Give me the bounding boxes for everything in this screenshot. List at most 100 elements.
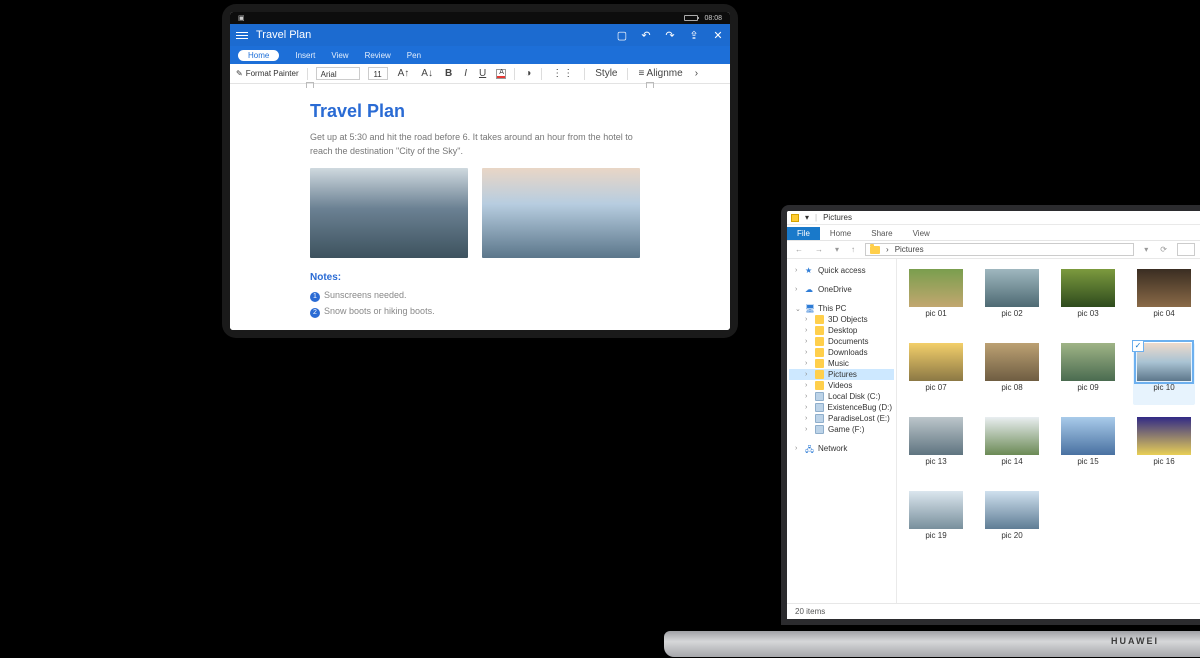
tree-label: Downloads	[828, 348, 868, 357]
font-color-button[interactable]	[496, 69, 506, 79]
tab-pen[interactable]: Pen	[407, 51, 421, 60]
thumb-caption: pic 08	[1001, 383, 1022, 392]
tree-quick-access[interactable]: ›★Quick access	[789, 265, 894, 276]
explorer-ribbon: File Home Share View	[787, 225, 1200, 241]
tree-d-drive[interactable]: ›ExistenceBug (D:)	[789, 402, 894, 413]
nav-recent-icon[interactable]: ▾	[833, 245, 841, 254]
separator	[627, 68, 628, 80]
search-input[interactable]	[1177, 243, 1195, 256]
notes-heading: Notes:	[310, 270, 650, 285]
tree-f-drive[interactable]: ›Game (F:)	[789, 424, 894, 435]
toolbar-overflow-icon[interactable]: ›	[693, 68, 700, 79]
underline-button[interactable]: U	[477, 68, 488, 79]
doc-image-2[interactable]	[482, 168, 640, 258]
breadcrumb-current[interactable]: Pictures	[895, 245, 924, 254]
window-titlebar: ▾ | Pictures	[787, 211, 1200, 225]
thumb-pic-19[interactable]: pic 19	[905, 491, 967, 553]
quick-access-bar-icon[interactable]: ▾	[805, 213, 809, 222]
tree-label: 3D Objects	[828, 315, 868, 324]
folder-icon	[815, 315, 824, 324]
style-dropdown[interactable]: Style	[593, 68, 619, 79]
tree-e-drive[interactable]: ›ParadiseLost (E:)	[789, 413, 894, 424]
nav-up-icon[interactable]: ↑	[849, 245, 857, 254]
thumb-pic-08[interactable]: pic 08	[981, 343, 1043, 405]
font-size-select[interactable]: 11	[368, 67, 388, 80]
font-family-select[interactable]: Arial	[316, 67, 360, 80]
thumb-pic-13[interactable]: pic 13	[905, 417, 967, 479]
save-icon[interactable]: ▢	[616, 29, 628, 41]
tree-onedrive[interactable]: ›☁OneDrive	[789, 284, 894, 295]
thumb-pic-07[interactable]: pic 07	[905, 343, 967, 405]
refresh-icon[interactable]: ⟳	[1158, 245, 1169, 254]
thumb-pic-09[interactable]: pic 09	[1057, 343, 1119, 405]
thumb-caption: pic 15	[1077, 457, 1098, 466]
explorer-body: ›★Quick access ›☁OneDrive ⌄🖥This PC ›3D …	[787, 259, 1200, 603]
close-icon[interactable]: ✕	[712, 29, 724, 41]
tab-review[interactable]: Review	[365, 51, 391, 60]
network-icon: 🖧	[805, 444, 814, 453]
thumb-pic-14[interactable]: pic 14	[981, 417, 1043, 479]
doc-image-1[interactable]	[310, 168, 468, 258]
increase-font-button[interactable]: A↑	[396, 68, 412, 79]
ribbon-tabs: Home Insert View Review Pen	[230, 46, 730, 64]
ribbon-file[interactable]: File	[787, 227, 820, 240]
ruler-indent-right[interactable]	[646, 82, 654, 88]
redo-icon[interactable]: ↷	[664, 29, 676, 41]
doc-heading: Travel Plan	[310, 98, 650, 125]
undo-icon[interactable]: ↶	[640, 29, 652, 41]
tree-videos[interactable]: ›Videos	[789, 380, 894, 391]
tree-this-pc[interactable]: ⌄🖥This PC	[789, 303, 894, 314]
drive-icon	[815, 392, 824, 401]
highlight-button[interactable]: ◑	[523, 68, 533, 79]
note-line-2: 2Snow boots or hiking boots.	[310, 305, 650, 319]
tree-label: This PC	[818, 304, 846, 313]
format-painter-button[interactable]: ✎ Format Painter	[236, 69, 299, 78]
ribbon-home[interactable]: Home	[820, 227, 861, 240]
tree-documents[interactable]: ›Documents	[789, 336, 894, 347]
thumb-pic-03[interactable]: pic 03	[1057, 269, 1119, 331]
thumb-pic-04[interactable]: pic 04	[1133, 269, 1195, 331]
nav-back-icon[interactable]: ←	[793, 245, 805, 254]
separator	[307, 68, 308, 80]
bold-button[interactable]: B	[443, 68, 454, 79]
nav-forward-icon[interactable]: →	[813, 245, 825, 254]
folder-icon	[815, 370, 824, 379]
bullets-button[interactable]: ⋮⋮	[550, 68, 576, 79]
address-bar-row: ← → ▾ ↑ › Pictures ▾ ⟳	[787, 241, 1200, 259]
share-icon[interactable]: ⇪	[688, 29, 700, 41]
note-line-1: 1Sunscreens needed.	[310, 289, 650, 303]
tree-3d-objects[interactable]: ›3D Objects	[789, 314, 894, 325]
menu-icon[interactable]	[236, 32, 248, 39]
tree-label: Music	[828, 359, 849, 368]
thumb-pic-20[interactable]: pic 20	[981, 491, 1043, 553]
tree-downloads[interactable]: ›Downloads	[789, 347, 894, 358]
tab-view[interactable]: View	[331, 51, 348, 60]
alignment-dropdown[interactable]: ≡ Alignme	[636, 68, 684, 79]
ruler-indent-left[interactable]	[306, 82, 314, 88]
tree-desktop[interactable]: ›Desktop	[789, 325, 894, 336]
tree-label: Network	[818, 444, 847, 453]
thumb-pic-02[interactable]: pic 02	[981, 269, 1043, 331]
tree-music[interactable]: ›Music	[789, 358, 894, 369]
decrease-font-button[interactable]: A↓	[419, 68, 435, 79]
ribbon-share[interactable]: Share	[861, 227, 902, 240]
thumb-pic-10[interactable]: pic 10	[1133, 343, 1195, 405]
thumb-pic-15[interactable]: pic 15	[1057, 417, 1119, 479]
tree-c-drive[interactable]: ›Local Disk (C:)	[789, 391, 894, 402]
ribbon-view[interactable]: View	[903, 227, 940, 240]
tab-home[interactable]: Home	[238, 50, 279, 61]
thumb-pic-16[interactable]: pic 16	[1133, 417, 1195, 479]
format-painter-label: Format Painter	[246, 69, 299, 78]
italic-button[interactable]: I	[462, 68, 469, 79]
address-bar[interactable]: › Pictures	[865, 243, 1134, 256]
tablet-status-bar: ▣ 08:08	[230, 12, 730, 24]
tab-insert[interactable]: Insert	[295, 51, 315, 60]
address-dropdown-icon[interactable]: ▾	[1142, 245, 1150, 254]
drive-icon	[815, 403, 824, 412]
document-page[interactable]: Travel Plan Get up at 5:30 and hit the r…	[230, 84, 730, 330]
note-2-text: Snow boots or hiking boots.	[324, 306, 435, 316]
tree-pictures[interactable]: ›Pictures	[789, 369, 894, 380]
thumb-pic-01[interactable]: pic 01	[905, 269, 967, 331]
tree-network[interactable]: ›🖧Network	[789, 443, 894, 454]
app-title: Travel Plan	[256, 29, 616, 41]
